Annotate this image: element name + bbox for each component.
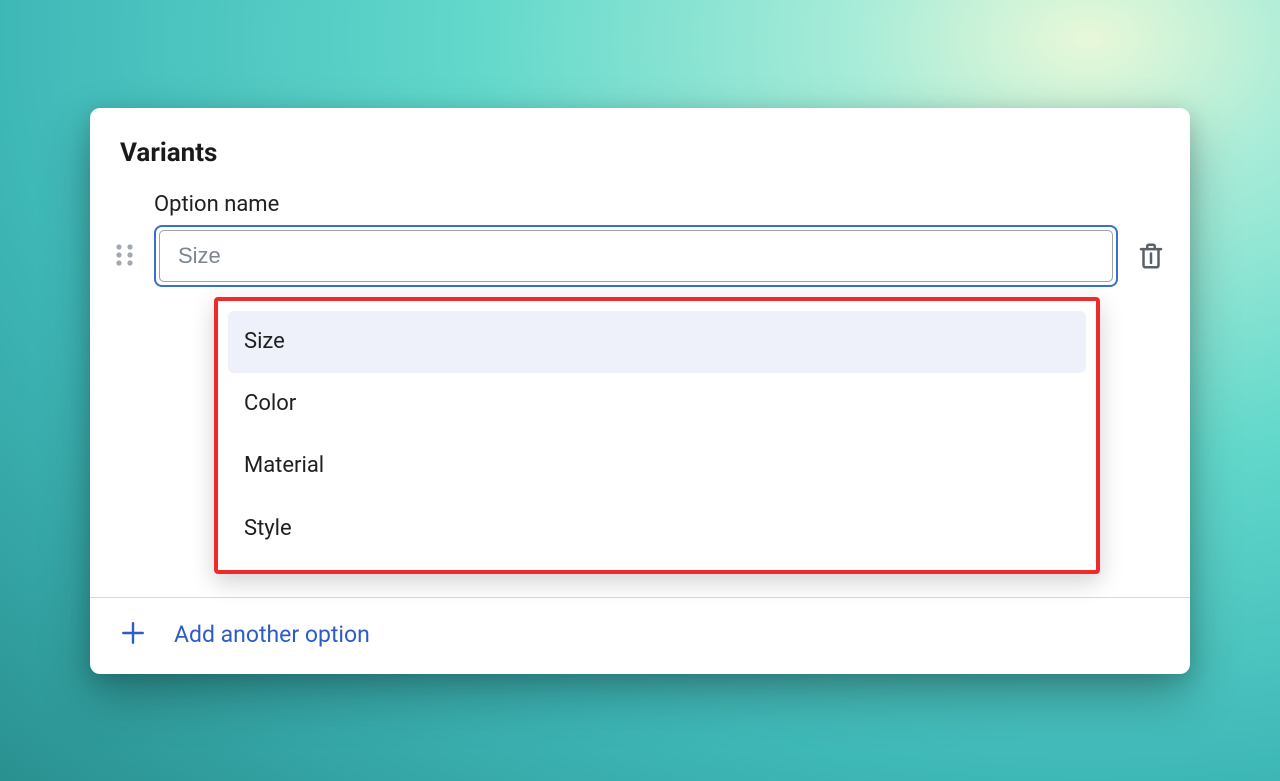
- option-name-label: Option name: [154, 192, 1118, 217]
- delete-option-button[interactable]: [1136, 241, 1166, 287]
- input-focus-ring: [154, 225, 1118, 287]
- variants-card: Variants Option name: [90, 108, 1190, 674]
- dropdown-item[interactable]: Size: [228, 311, 1086, 373]
- option-block: Option name SizeColorMaterialStyle: [90, 168, 1190, 597]
- drag-handle-icon[interactable]: [114, 243, 136, 287]
- option-name-dropdown: SizeColorMaterialStyle: [214, 297, 1100, 575]
- dropdown-anchor: SizeColorMaterialStyle: [214, 297, 1100, 597]
- card-header: Variants: [90, 108, 1190, 168]
- trash-icon: [1136, 241, 1166, 271]
- option-name-input[interactable]: [159, 230, 1113, 282]
- add-another-option-label: Add another option: [174, 621, 370, 648]
- option-name-field-group: Option name: [154, 192, 1118, 287]
- add-another-option-button[interactable]: Add another option: [90, 598, 1190, 674]
- dropdown-item[interactable]: Style: [228, 498, 1086, 560]
- dropdown-item[interactable]: Material: [228, 435, 1086, 497]
- section-title: Variants: [120, 138, 1160, 168]
- dropdown-item[interactable]: Color: [228, 373, 1086, 435]
- plus-icon: [120, 620, 146, 650]
- option-row: Option name: [114, 192, 1166, 287]
